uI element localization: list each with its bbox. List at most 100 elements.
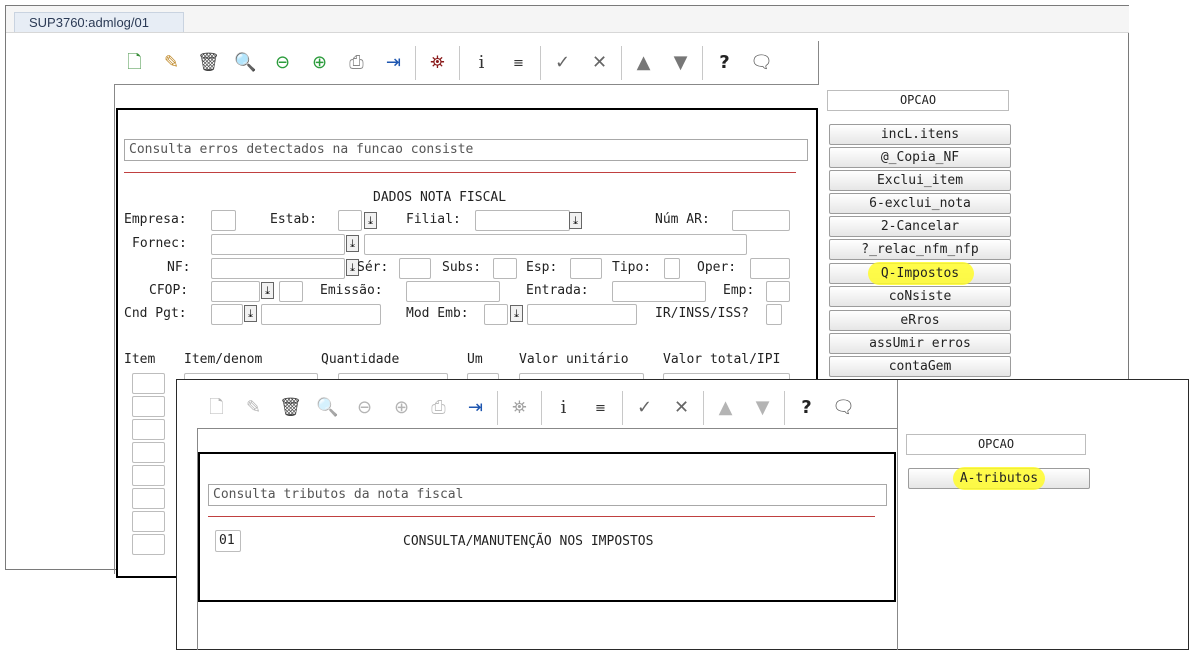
option-consiste[interactable]: coNsiste — [829, 286, 1011, 307]
option-label: 6-exclui_nota — [869, 196, 971, 211]
previous-icon[interactable]: ⊖ — [269, 49, 296, 77]
option-q-impostos[interactable]: Q-Impostos — [829, 262, 1011, 285]
exit-door-icon[interactable]: ⇥ — [380, 49, 407, 77]
print-icon[interactable]: ⎙ — [343, 49, 370, 77]
print-icon: ⎙ — [431, 397, 446, 418]
grid-item-cell[interactable] — [132, 511, 165, 532]
first-icon[interactable]: ▲ — [630, 49, 657, 77]
num-ar-label: Núm AR: — [655, 212, 710, 227]
toolbar-right-border — [818, 41, 819, 85]
option-a-tributos[interactable]: A-tributos — [908, 467, 1090, 490]
grid-item-cell[interactable] — [132, 465, 165, 486]
trash-icon[interactable]: 🗑 — [195, 49, 222, 77]
estab-field[interactable] — [338, 210, 362, 231]
list-icon[interactable]: ≡ — [587, 394, 614, 422]
ser-label: Sér: — [357, 260, 389, 275]
help-icon[interactable]: ? — [793, 394, 820, 422]
cfop-zoom-icon[interactable]: ⤓ — [261, 282, 274, 299]
option-assumir-erros[interactable]: assUmir erros — [829, 333, 1011, 354]
option-copia-nf[interactable]: @_Copia_NF — [829, 147, 1011, 168]
tab-program[interactable]: SUP3760:admlog/01 — [14, 12, 184, 32]
grid-item-cell[interactable] — [132, 396, 165, 417]
last-icon: ▼ — [755, 397, 770, 418]
search-icon[interactable]: 🔍 — [232, 49, 259, 77]
popup-form-panel — [198, 452, 896, 602]
num-ar-field[interactable] — [732, 210, 790, 231]
grid-item-cell[interactable] — [132, 373, 165, 394]
tipo-field[interactable] — [664, 258, 680, 279]
cnd-pgt-zoom-icon[interactable]: ⤓ — [244, 305, 257, 322]
new-document-icon[interactable]: 🗋 — [121, 49, 148, 77]
last-icon[interactable]: ▼ — [667, 49, 694, 77]
grid-item-cell[interactable] — [132, 534, 165, 555]
info-icon[interactable]: i — [468, 49, 495, 77]
cnd-pgt-desc-field[interactable] — [261, 304, 381, 325]
option-incl-itens[interactable]: incL.itens — [829, 124, 1011, 145]
grid-header-um: Um — [467, 352, 483, 367]
popup-toolbar-bottom-border — [197, 428, 897, 429]
toolbar-bottom-border — [114, 84, 819, 85]
mod-emb-desc-field[interactable] — [527, 304, 637, 325]
nf-field[interactable] — [211, 258, 345, 279]
comment-icon[interactable]: 🗨 — [748, 49, 775, 77]
grid-item-cell[interactable] — [132, 442, 165, 463]
esp-label: Esp: — [526, 260, 558, 275]
ir-inss-field[interactable] — [766, 304, 782, 325]
exit-door-icon[interactable]: ⇥ — [462, 394, 489, 422]
option-cancelar[interactable]: 2-Cancelar — [829, 216, 1011, 237]
option-exclui-item[interactable]: Exclui_item — [829, 170, 1011, 191]
list-icon[interactable]: ≡ — [505, 49, 532, 77]
comment-icon[interactable]: 🗨 — [830, 394, 857, 422]
esp-field[interactable] — [570, 258, 602, 279]
toolbar-separator — [415, 46, 416, 80]
fornec-name-field[interactable] — [364, 234, 747, 255]
subs-field[interactable] — [493, 258, 517, 279]
mod-emb-field[interactable] — [484, 304, 508, 325]
popup-frame-right-border — [897, 380, 898, 650]
estab-label: Estab: — [270, 212, 317, 227]
info-icon[interactable]: i — [550, 394, 577, 422]
empresa-field[interactable] — [211, 210, 236, 231]
opcao-box: OPCAO — [827, 90, 1009, 111]
option-label: 2-Cancelar — [880, 219, 960, 234]
filial-field[interactable] — [475, 210, 570, 231]
cfop-seq-field[interactable] — [279, 281, 303, 302]
toolbar-separator — [621, 46, 622, 80]
fornec-zoom-icon[interactable]: ⤓ — [346, 235, 359, 252]
help-icon[interactable]: ? — [711, 49, 738, 77]
entrada-field[interactable] — [612, 281, 706, 302]
main-toolbar: 🗋 ✎ 🗑 🔍 ⊖ ⊕ ⎙ ⇥ ⛯ i ≡ ✓ ✕ ▲ ▼ ? 🗨 — [121, 43, 785, 83]
tools-icon[interactable]: ✕ — [586, 49, 613, 77]
edit-icon[interactable]: ✎ — [158, 49, 185, 77]
toolbar-separator — [622, 391, 623, 425]
option-erros[interactable]: eRros — [829, 310, 1011, 331]
popup-separator-line — [208, 516, 875, 517]
emissao-field[interactable] — [406, 281, 500, 302]
cfop-field[interactable] — [211, 281, 260, 302]
tax-row-code[interactable]: 01 — [215, 530, 241, 552]
check-icon[interactable]: ✓ — [631, 394, 658, 422]
next-icon[interactable]: ⊕ — [306, 49, 333, 77]
oper-label: Oper: — [697, 260, 737, 275]
mod-emb-zoom-icon[interactable]: ⤓ — [510, 305, 523, 322]
option-relac-nfm-nfp[interactable]: ?_relac_nfm_nfp — [829, 239, 1011, 260]
filial-zoom-icon[interactable]: ⤓ — [569, 212, 582, 229]
trash-icon[interactable]: 🗑 — [277, 394, 304, 422]
grid-item-cell[interactable] — [132, 488, 165, 509]
check-icon[interactable]: ✓ — [549, 49, 576, 77]
mod-emb-label: Mod Emb: — [406, 306, 469, 321]
option-label: eRros — [900, 313, 940, 328]
binoculars-icon[interactable]: ⛯ — [424, 49, 451, 77]
tools-icon[interactable]: ✕ — [668, 394, 695, 422]
cnd-pgt-field[interactable] — [211, 304, 243, 325]
ser-field[interactable] — [399, 258, 431, 279]
option-exclui-nota[interactable]: 6-exclui_nota — [829, 193, 1011, 214]
option-label: ?_relac_nfm_nfp — [861, 242, 979, 257]
cfop-label: CFOP: — [149, 283, 189, 298]
fornec-code-field[interactable] — [211, 234, 345, 255]
option-contagem[interactable]: contaGem — [829, 356, 1011, 377]
grid-item-cell[interactable] — [132, 419, 165, 440]
oper-field[interactable] — [750, 258, 790, 279]
estab-zoom-icon[interactable]: ⤓ — [364, 212, 377, 229]
emp-field[interactable] — [766, 281, 790, 302]
